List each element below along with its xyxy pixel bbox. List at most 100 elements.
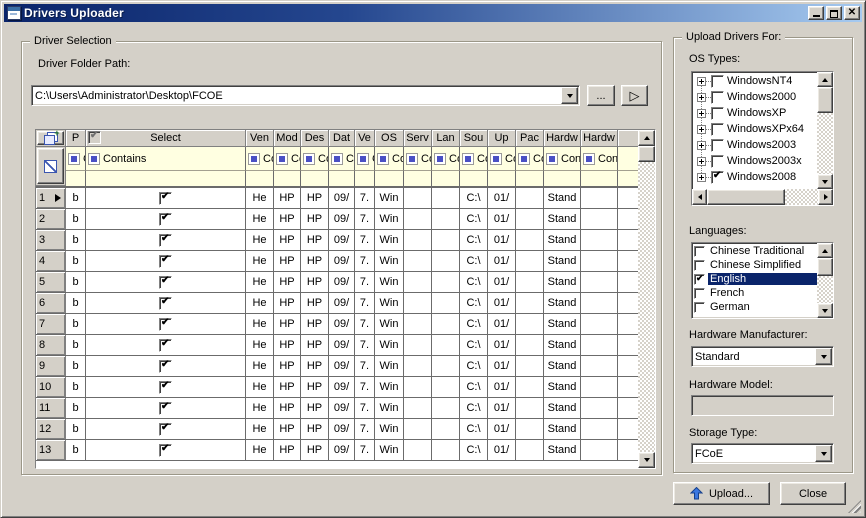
filter-condition-icon[interactable] [248, 153, 260, 165]
cell-ven-2[interactable]: He [246, 377, 274, 397]
cell-hardw-14[interactable] [581, 419, 618, 439]
cell-ven-2[interactable]: He [246, 209, 274, 229]
tree-item[interactable]: Windows2000 [692, 89, 817, 105]
cell-ve-6[interactable]: 7. [355, 251, 375, 271]
filter-input-cell-9[interactable] [432, 171, 460, 186]
column-header-serv-8[interactable]: Serv [404, 130, 432, 147]
column-header-hardw-13[interactable]: Hardw [544, 130, 581, 147]
cell-up-11[interactable]: 01/ [488, 209, 516, 229]
cell-hardw-14[interactable] [581, 314, 618, 334]
tree-item[interactable]: Windows2003x [692, 153, 817, 169]
cell-hardw-13[interactable]: Stand [544, 188, 581, 208]
cell-pac-12[interactable] [516, 440, 544, 460]
cell-mod-3[interactable]: HP [274, 419, 301, 439]
cell-hardw-13[interactable]: Stand [544, 398, 581, 418]
cell-dat-5[interactable]: 09/ [329, 251, 355, 271]
column-header-os-7[interactable]: OS [375, 130, 404, 147]
cell-up-11[interactable]: 01/ [488, 251, 516, 271]
expand-plus-icon[interactable] [697, 125, 706, 134]
row-select-checkbox[interactable] [159, 318, 172, 331]
driver-folder-path-dropdown-button[interactable] [561, 87, 578, 104]
cell-ven-2[interactable]: He [246, 314, 274, 334]
language-item[interactable]: French [692, 286, 817, 300]
cell-dat-5[interactable]: 09/ [329, 356, 355, 376]
cell-p[interactable]: b [66, 377, 86, 397]
cell-hardw-14[interactable] [581, 356, 618, 376]
cell-serv-8[interactable] [404, 230, 432, 250]
filter-condition-icon[interactable] [546, 153, 558, 165]
row-select-checkbox[interactable] [159, 297, 172, 310]
cell-p[interactable]: b [66, 440, 86, 460]
cell-os-7[interactable]: Win [375, 440, 404, 460]
expand-plus-icon[interactable] [697, 77, 706, 86]
hardware-manufacturer-dropdown-button[interactable] [815, 348, 832, 365]
filter-condition-icon[interactable] [68, 153, 80, 165]
cell-os-7[interactable]: Win [375, 314, 404, 334]
cell-ven-2[interactable]: He [246, 356, 274, 376]
cell-hardw-14[interactable] [581, 377, 618, 397]
os-type-checkbox[interactable] [711, 155, 724, 168]
cell-lan-9[interactable] [432, 188, 460, 208]
cell-hardw-13[interactable]: Stand [544, 419, 581, 439]
cell-mod-3[interactable]: HP [274, 251, 301, 271]
cell-pac-12[interactable] [516, 356, 544, 376]
row-select-checkbox[interactable] [159, 213, 172, 226]
cell-select[interactable] [86, 440, 246, 460]
scroll-up-button[interactable] [817, 72, 833, 87]
row-number-cell[interactable]: 4 [36, 251, 66, 271]
maximize-button[interactable] [826, 6, 842, 20]
row-select-checkbox[interactable] [159, 402, 172, 415]
filter-input-cell-6[interactable] [355, 171, 375, 186]
cell-pac-12[interactable] [516, 230, 544, 250]
row-number-cell[interactable]: 7 [36, 314, 66, 334]
language-checkbox[interactable] [694, 260, 705, 271]
language-checkbox[interactable] [694, 302, 705, 313]
cell-hardw-13[interactable]: Stand [544, 251, 581, 271]
scroll-left-button[interactable] [692, 189, 707, 205]
row-number-cell[interactable]: 13 [36, 440, 66, 460]
language-item[interactable]: Chinese Simplified [692, 258, 817, 272]
storage-type-dropdown-button[interactable] [815, 445, 832, 462]
row-select-checkbox[interactable] [159, 360, 172, 373]
column-header-ven-2[interactable]: Ven [246, 130, 274, 147]
row-number-cell[interactable]: 5 [36, 272, 66, 292]
cell-p[interactable]: b [66, 398, 86, 418]
cell-p[interactable]: b [66, 335, 86, 355]
cell-select[interactable] [86, 398, 246, 418]
cell-serv-8[interactable] [404, 188, 432, 208]
filter-input-cell-5[interactable] [329, 171, 355, 186]
filter-cell-mod-3[interactable]: Contains [274, 147, 301, 171]
cell-dat-5[interactable]: 09/ [329, 440, 355, 460]
cell-up-11[interactable]: 01/ [488, 356, 516, 376]
expand-plus-icon[interactable] [697, 109, 706, 118]
select-all-checkbox[interactable] [88, 131, 101, 144]
scroll-track[interactable] [785, 189, 818, 205]
cell-lan-9[interactable] [432, 272, 460, 292]
language-item[interactable]: Chinese Traditional [692, 244, 817, 258]
cell-mod-3[interactable]: HP [274, 398, 301, 418]
scroll-track[interactable] [817, 276, 833, 303]
filter-input-cell-2[interactable] [246, 171, 274, 186]
cell-select[interactable] [86, 230, 246, 250]
row-number-cell[interactable]: 12 [36, 419, 66, 439]
cell-up-11[interactable]: 01/ [488, 314, 516, 334]
cell-lan-9[interactable] [432, 209, 460, 229]
language-item[interactable]: English [692, 272, 817, 286]
cell-ve-6[interactable]: 7. [355, 335, 375, 355]
browse-folder-button[interactable]: ... [587, 85, 615, 106]
scroll-right-button[interactable] [818, 189, 833, 205]
row-number-cell[interactable]: 8 [36, 335, 66, 355]
cell-hardw-14[interactable] [581, 251, 618, 271]
cell-select[interactable] [86, 356, 246, 376]
filter-condition-icon[interactable] [583, 153, 595, 165]
cell-ven-2[interactable]: He [246, 230, 274, 250]
cell-select[interactable] [86, 293, 246, 313]
column-header-mod-3[interactable]: Mod [274, 130, 301, 147]
row-number-cell[interactable]: 10 [36, 377, 66, 397]
upload-button[interactable]: Upload... [673, 482, 770, 505]
cell-ven-2[interactable]: He [246, 188, 274, 208]
cell-mod-3[interactable]: HP [274, 356, 301, 376]
cell-p[interactable]: b [66, 230, 86, 250]
cell-p[interactable]: b [66, 419, 86, 439]
language-item[interactable]: German [692, 300, 817, 314]
